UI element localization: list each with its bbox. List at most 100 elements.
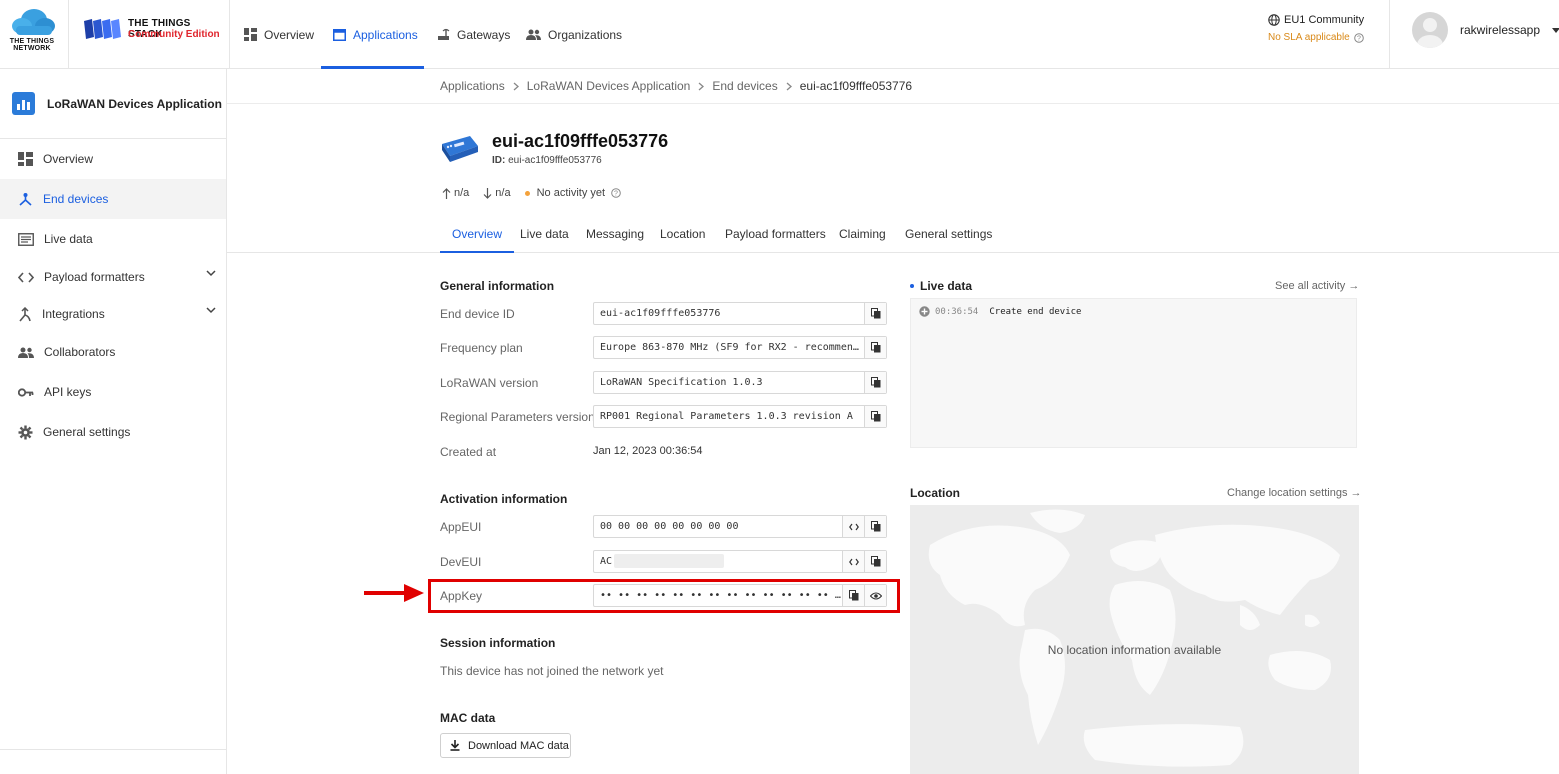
chevron-down-icon[interactable]: [206, 307, 216, 314]
nav-gateways-label: Gateways: [457, 27, 511, 42]
live-indicator-dot: [910, 284, 914, 288]
live-data-title: Live data: [910, 279, 972, 293]
nav-overview[interactable]: Overview: [232, 0, 326, 69]
page-title: eui-ac1f09fffe053776: [492, 131, 669, 151]
uplink-value: n/a: [454, 187, 470, 199]
sidebar-item-integrations[interactable]: Integrations: [0, 294, 226, 334]
session-status-text: This device has not joined the network y…: [440, 664, 664, 678]
user-menu[interactable]: rakwirelessapp: [1412, 12, 1559, 48]
nav-organizations[interactable]: Organizations: [514, 0, 634, 69]
gear-icon: [18, 425, 33, 440]
live-data-icon: [18, 232, 34, 246]
arrow-down-icon: [483, 187, 492, 199]
tab-messaging[interactable]: Messaging: [586, 221, 644, 253]
help-icon[interactable]: ?: [1353, 32, 1364, 43]
nav-gateways[interactable]: Gateways: [425, 0, 522, 69]
breadcrumb-end-devices[interactable]: End devices: [712, 79, 777, 93]
device-tabs: Overview Live data Messaging Location Pa…: [227, 221, 1559, 253]
tab-claiming[interactable]: Claiming: [839, 221, 886, 253]
highlight-box: [428, 579, 900, 613]
chevron-down-icon[interactable]: [206, 270, 216, 277]
nav-applications-label: Applications: [353, 27, 418, 42]
field-label: AppEUI: [440, 520, 482, 534]
help-icon[interactable]: ?: [611, 188, 621, 198]
tab-payload-formatters[interactable]: Payload formatters: [725, 221, 826, 253]
nav-organizations-label: Organizations: [548, 27, 623, 42]
tts-edition: Community Edition: [128, 29, 220, 40]
sidebar-item-label: Integrations: [42, 307, 105, 321]
toggle-format-button[interactable]: [842, 516, 864, 537]
sidebar-item-collaborators[interactable]: Collaborators: [0, 332, 226, 372]
sidebar-app-header[interactable]: LoRaWAN Devices Application: [0, 69, 226, 139]
tab-general-settings[interactable]: General settings: [905, 221, 992, 253]
event-row[interactable]: 00:36:54 Create end device: [919, 306, 1081, 317]
copy-icon: [870, 556, 880, 567]
copy-button[interactable]: [864, 303, 886, 324]
device-icon: [442, 136, 478, 162]
copy-icon: [870, 377, 880, 388]
sidebar-item-payload-formatters[interactable]: Payload formatters: [0, 257, 226, 297]
avatar: [1412, 12, 1448, 48]
location-map: No location information available: [910, 505, 1359, 774]
field-label: LoRaWAN version: [440, 376, 539, 390]
tts-mark-icon: [84, 19, 121, 39]
copy-button[interactable]: [864, 551, 886, 572]
field-label: End device ID: [440, 307, 515, 321]
breadcrumb-application[interactable]: LoRaWAN Devices Application: [527, 79, 691, 93]
arrow-right-icon: [364, 584, 424, 602]
copy-button[interactable]: [864, 516, 886, 537]
breadcrumb-applications[interactable]: Applications: [440, 79, 505, 93]
copy-button[interactable]: [864, 337, 886, 358]
sidebar-item-overview[interactable]: Overview: [0, 139, 226, 179]
user-name: rakwirelessapp: [1460, 23, 1541, 37]
toggle-format-button[interactable]: [842, 551, 864, 572]
sidebar-item-end-devices[interactable]: End devices: [0, 179, 226, 219]
field-label: DevEUI: [440, 555, 482, 569]
divider: [68, 0, 69, 69]
session-info-title: Session information: [440, 636, 556, 650]
tab-overview[interactable]: Overview: [440, 221, 515, 253]
mac-data-title: MAC data: [440, 711, 496, 725]
download-mac-data-button[interactable]: Download MAC data: [440, 733, 571, 758]
gateway-icon: [437, 28, 450, 41]
field-value[interactable]: LoRaWAN Specification 1.0.3: [594, 372, 864, 393]
sidebar: LoRaWAN Devices Application Overview End…: [0, 69, 227, 774]
application-icon: [333, 28, 346, 41]
ttn-logo[interactable]: THE THINGS NETWORK: [8, 8, 58, 60]
cluster-selector[interactable]: EU1 Community No SLA applicable ?: [1268, 14, 1388, 43]
field-value[interactable]: AC: [600, 556, 612, 567]
field-value[interactable]: Europe 863-870 MHz (SF9 for RX2 - recomm…: [594, 337, 864, 358]
dashboard-icon: [244, 28, 257, 41]
sidebar-item-label: General settings: [43, 425, 131, 439]
change-location-link[interactable]: Change location settings →: [1227, 487, 1362, 499]
field-label: Frequency plan: [440, 341, 523, 355]
event-text: Create end device: [989, 306, 1082, 317]
chevron-right-icon: [786, 82, 792, 91]
dashboard-icon: [18, 152, 33, 166]
code-icon: [18, 271, 34, 283]
sidebar-item-general-settings[interactable]: General settings: [0, 412, 226, 452]
tts-logo[interactable]: THE THINGS STACK Community Edition: [84, 16, 224, 44]
event-time: 00:36:54: [935, 306, 979, 317]
copy-button[interactable]: [864, 406, 886, 427]
top-bar: THE THINGS NETWORK THE THINGS STACK Comm…: [0, 0, 1559, 69]
ttn-name-line1: THE THINGS: [9, 38, 55, 45]
sidebar-item-label: Payload formatters: [44, 270, 145, 284]
end-device-id-field: eui-ac1f09fffe053776: [593, 302, 887, 325]
field-value[interactable]: eui-ac1f09fffe053776: [594, 303, 864, 324]
sidebar-item-live-data[interactable]: Live data: [0, 219, 226, 259]
plus-circle-icon: [919, 306, 930, 317]
sidebar-item-api-keys[interactable]: API keys: [0, 372, 226, 412]
see-all-activity-link[interactable]: See all activity →: [1275, 280, 1359, 292]
nav-overview-label: Overview: [264, 27, 315, 42]
nav-applications[interactable]: Applications: [321, 0, 424, 69]
field-value[interactable]: 00 00 00 00 00 00 00 00: [594, 516, 842, 537]
field-value[interactable]: RP001 Regional Parameters 1.0.3 revision…: [594, 406, 864, 427]
arrow-up-icon: [442, 187, 451, 199]
tab-live-data[interactable]: Live data: [520, 221, 569, 253]
general-info-title: General information: [440, 279, 555, 293]
copy-icon: [870, 411, 880, 422]
tab-location[interactable]: Location: [660, 221, 705, 253]
copy-button[interactable]: [864, 372, 886, 393]
application-icon: [12, 92, 35, 115]
